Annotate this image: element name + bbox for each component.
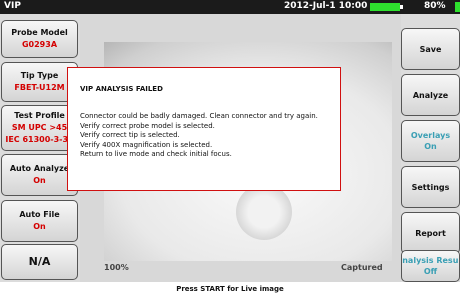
dialog-line: Connector could be badly damaged. Clean … — [80, 112, 318, 120]
status-message: Press START for Live image — [176, 285, 284, 293]
probe-model-button[interactable]: Probe Model G0293A — [1, 20, 78, 58]
top-bar: VIP 2012-Jul-1 10:00 80% — [0, 0, 460, 14]
tip-type-value: FBET-U12M — [14, 83, 65, 92]
fiber-core — [236, 184, 292, 240]
probe-model-value: G0293A — [21, 40, 58, 49]
analysis-failed-dialog: VIP ANALYSIS FAILED Connector could be b… — [67, 67, 341, 191]
analysis-result-label: Analysis Result — [402, 256, 459, 265]
datetime: 2012-Jul-1 10:00 — [284, 1, 368, 11]
right-panel: Save Analyze Overlays On Settings Report… — [401, 14, 460, 282]
dialog-line: Verify correct tip is selected. — [80, 131, 180, 139]
analyze-button[interactable]: Analyze — [401, 74, 460, 116]
auto-file-label: Auto File — [19, 210, 60, 219]
overlays-button[interactable]: Overlays On — [401, 120, 460, 162]
settings-button[interactable]: Settings — [401, 166, 460, 208]
save-button[interactable]: Save — [401, 28, 460, 70]
auto-analyze-value: On — [33, 176, 46, 185]
result-label: N/A — [28, 255, 51, 268]
dialog-line: Verify correct probe model is selected. — [80, 121, 215, 130]
auto-file-button[interactable]: Auto File On — [1, 200, 78, 242]
auto-analyze-label: Auto Analyze — [9, 164, 70, 173]
dialog-message: Connector could be badly damaged. Clean … — [80, 112, 318, 160]
signal-indicator — [455, 2, 460, 12]
status-bar: Press START for Live image — [0, 282, 460, 304]
report-label: Report — [415, 228, 446, 238]
battery-percent: 80% — [424, 1, 446, 11]
app-title: VIP — [4, 1, 21, 11]
test-profile-value-line1: SM UPC >45 — [11, 123, 68, 132]
analyze-label: Analyze — [412, 90, 449, 100]
zoom-level: 100% — [104, 263, 129, 272]
dialog-line: Return to live mode and check initial fo… — [80, 150, 232, 158]
overlays-label: Overlays — [410, 131, 451, 140]
save-label: Save — [419, 44, 442, 54]
result-indicator: N/A — [1, 244, 78, 280]
tip-type-label: Tip Type — [20, 71, 59, 80]
overlays-value: On — [424, 142, 437, 151]
battery-icon — [370, 3, 403, 11]
dialog-title: VIP ANALYSIS FAILED — [80, 85, 163, 93]
analysis-result-button[interactable]: Analysis Result Off — [401, 250, 460, 282]
report-button[interactable]: Report — [401, 212, 460, 254]
analysis-result-value: Off — [423, 267, 438, 276]
dialog-line: Verify 400X magnification is selected. — [80, 140, 213, 149]
probe-model-label: Probe Model — [11, 28, 68, 37]
capture-state: Captured — [341, 263, 383, 272]
settings-label: Settings — [411, 182, 450, 192]
test-profile-value-line2: IEC 61300-3-35 — [5, 135, 74, 144]
auto-file-value: On — [33, 222, 46, 231]
test-profile-label: Test Profile — [14, 111, 65, 120]
